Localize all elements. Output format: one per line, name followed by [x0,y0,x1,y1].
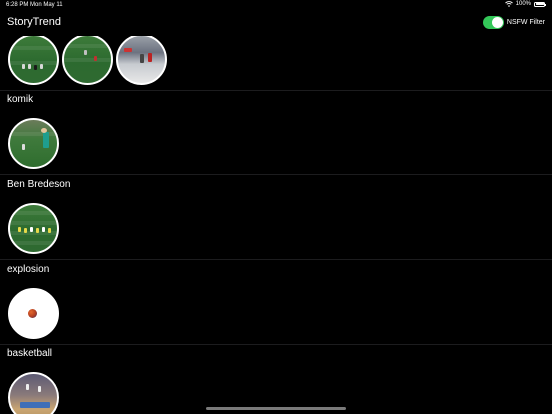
story-thumbnail-hockey-rink[interactable] [116,36,167,85]
section-title-komik: komik [7,94,34,105]
battery-icon [534,1,546,7]
divider [0,259,552,260]
section-title-ben-bredeson: Ben Bredeson [7,179,71,190]
divider [0,90,552,91]
story-list[interactable]: komik Ben Bredeson explosion basketball [0,36,552,414]
section-title-basketball: basketball [7,348,53,359]
divider [0,344,552,345]
story-thumbnail-soccer-field[interactable] [62,36,113,85]
story-thumbnail-soccer-field[interactable] [8,36,59,85]
status-time: 6:28 PM [6,2,29,8]
wifi-icon [504,1,513,7]
story-thumbnail-soccer-goalkeeper[interactable] [8,118,59,169]
battery-percent: 100% [515,1,531,7]
section-title-explosion: explosion [7,264,50,275]
story-thumbnail-explosion[interactable] [8,288,59,339]
status-right: 100% [504,1,546,7]
story-thumbnail-football-field[interactable] [8,203,59,254]
status-date: Mon May 11 [30,2,63,8]
toggle-knob [491,17,503,28]
explosion-ball-icon [28,309,37,318]
nsfw-filter: NSFW Filter [482,16,545,29]
story-thumbnail-basketball-court[interactable] [8,372,59,414]
divider [0,174,552,175]
home-indicator[interactable] [206,407,346,410]
app-title: StoryTrend [7,16,62,28]
nsfw-filter-label: NSFW Filter [506,19,545,26]
nsfw-filter-toggle[interactable] [482,16,504,29]
status-bar: 6:28 PM Mon May 11 100% [0,0,552,12]
